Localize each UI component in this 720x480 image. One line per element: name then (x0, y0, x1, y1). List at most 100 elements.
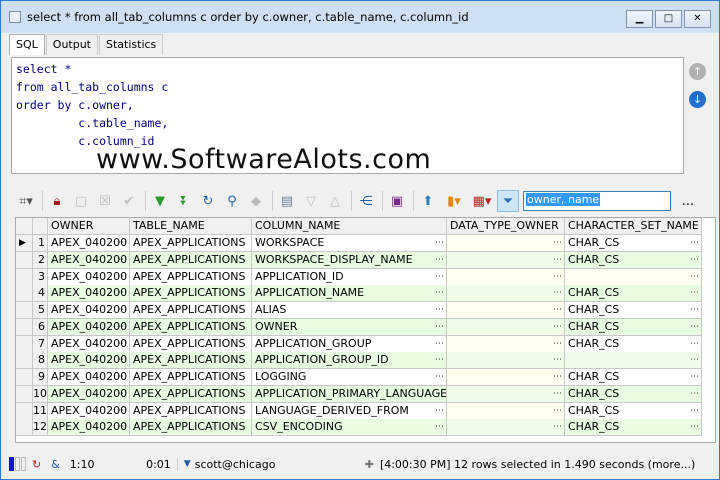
cell-ellipsis-button[interactable]: ⋯ (553, 403, 562, 419)
cell-ellipsis-button[interactable]: ⋯ (690, 269, 699, 285)
autocommit-icon[interactable]: ↻ (32, 458, 41, 471)
sort-ascending-icon[interactable]: △ (324, 190, 346, 212)
table-cell[interactable]: APPLICATION_GROUP_ID ⋯ (252, 352, 447, 370)
table-cell[interactable]: APEX_040200 ⋯ (48, 335, 130, 353)
row-indicator[interactable] (16, 402, 33, 420)
cell-ellipsis-button[interactable]: ⋯ (690, 419, 699, 435)
tab-output[interactable]: Output (45, 34, 98, 55)
table-cell[interactable]: APEX_APPLICATIONS (130, 402, 252, 420)
cell-ellipsis-button[interactable]: ⋯ (553, 319, 562, 335)
table-cell[interactable]: APEX_040200 ⋯ (48, 318, 130, 336)
cell-ellipsis-button[interactable]: ⋯ (553, 285, 562, 301)
maximize-button[interactable]: □ (655, 10, 682, 28)
cell-ellipsis-button[interactable]: ⋯ (553, 419, 562, 435)
cell-ellipsis-button[interactable]: ⋯ (553, 386, 562, 402)
cell-ellipsis-button[interactable]: ⋯ (553, 336, 562, 352)
insert-record-icon[interactable]: ▢ (70, 190, 92, 212)
table-cell[interactable]: APEX_APPLICATIONS (130, 235, 252, 252)
save-icon[interactable]: ▣ (386, 190, 408, 212)
table-cell[interactable]: APEX_APPLICATIONS (130, 335, 252, 353)
table-cell[interactable]: APEX_040200 ⋯ (48, 352, 130, 370)
tab-statistics[interactable]: Statistics (99, 34, 164, 55)
table-cell[interactable]: CHAR_CS ⋯ (565, 285, 702, 303)
table-cell[interactable]: APEX_040200 ⋯ (48, 268, 130, 286)
table-cell[interactable]: ⋯ (447, 402, 565, 420)
table-cell[interactable]: ⋯ (447, 385, 565, 403)
table-cell[interactable]: APEX_APPLICATIONS (130, 352, 252, 370)
cell-ellipsis-button[interactable]: ⋯ (118, 386, 127, 402)
cell-ellipsis-button[interactable]: ⋯ (118, 419, 127, 435)
grid-options-icon[interactable]: ▦▾ (469, 190, 495, 212)
table-cell[interactable]: OWNER ⋯ (252, 318, 447, 336)
table-row[interactable]: 7 APEX_040200 ⋯ APEX_APPLICATIONS APPLICATIO… (16, 335, 715, 353)
row-indicator[interactable] (16, 352, 33, 370)
column-header-character-set-name[interactable]: CHARACTER_SET_NAME (565, 218, 702, 235)
table-row[interactable]: 2 APEX_040200 ⋯ APEX_APPLICATIONS WORKSPACE_… (16, 251, 715, 269)
table-cell[interactable]: APEX_040200 ⋯ (48, 369, 130, 386)
cell-ellipsis-button[interactable]: ⋯ (118, 352, 127, 368)
row-indicator[interactable] (16, 318, 33, 336)
previous-query-icon[interactable]: ↑ (689, 63, 706, 80)
row-indicator[interactable] (16, 385, 33, 403)
table-row[interactable]: 9 APEX_040200 ⋯ APEX_APPLICATIONS LOGGING ⋯ ⋯ C… (16, 369, 715, 386)
cell-ellipsis-button[interactable]: ⋯ (553, 252, 562, 268)
chart-icon[interactable]: ▮▾ (441, 190, 467, 212)
cell-ellipsis-button[interactable]: ⋯ (435, 386, 444, 402)
table-row[interactable]: 4 APEX_040200 ⋯ APEX_APPLICATIONS APPLICATIO… (16, 285, 715, 303)
fetch-next-icon[interactable]: ▼ (149, 190, 171, 212)
cell-ellipsis-button[interactable]: ⋯ (690, 235, 699, 251)
table-cell[interactable]: CHAR_CS ⋯ (565, 235, 702, 252)
table-cell[interactable]: ⋯ (447, 302, 565, 319)
table-row[interactable]: 3 APEX_040200 ⋯ APEX_APPLICATIONS APPLICATIO… (16, 268, 715, 286)
table-cell[interactable]: CHAR_CS ⋯ (565, 402, 702, 420)
cell-ellipsis-button[interactable]: ⋯ (690, 319, 699, 335)
column-header-owner[interactable]: OWNER (48, 218, 130, 235)
tree-icon[interactable]: ⋲ (355, 190, 377, 212)
table-row[interactable]: 5 APEX_040200 ⋯ APEX_APPLICATIONS ALIAS ⋯ ⋯ CHA… (16, 302, 715, 319)
refresh-icon[interactable]: ↻ (197, 190, 219, 212)
table-row[interactable]: 6 APEX_040200 ⋯ APEX_APPLICATIONS OWNER ⋯ ⋯ CHA… (16, 318, 715, 336)
table-cell[interactable]: APEX_040200 ⋯ (48, 402, 130, 420)
tab-sql[interactable]: SQL (9, 34, 45, 55)
table-cell[interactable]: APEX_APPLICATIONS (130, 251, 252, 269)
row-indicator[interactable] (16, 268, 33, 286)
table-cell[interactable]: ALIAS ⋯ (252, 302, 447, 319)
table-cell[interactable]: ⋯ (447, 419, 565, 437)
cell-ellipsis-button[interactable]: ⋯ (690, 285, 699, 301)
table-cell[interactable]: ⋯ (565, 352, 702, 370)
table-row[interactable]: 8 APEX_040200 ⋯ APEX_APPLICATIONS APPLICATIO… (16, 352, 715, 370)
cell-ellipsis-button[interactable]: ⋯ (690, 302, 699, 318)
record-view-icon[interactable]: ▤ (276, 190, 298, 212)
table-cell[interactable]: APPLICATION_NAME ⋯ (252, 285, 447, 303)
column-header-column-name[interactable]: COLUMN_NAME (252, 218, 447, 235)
cell-ellipsis-button[interactable]: ⋯ (118, 302, 127, 318)
table-cell[interactable]: APEX_040200 ⋯ (48, 235, 130, 252)
cell-ellipsis-button[interactable]: ⋯ (435, 302, 444, 318)
cell-ellipsis-button[interactable]: ⋯ (435, 419, 444, 435)
status-message[interactable]: [4:00:30 PM] 12 rows selected in 1.490 s… (380, 458, 695, 471)
cell-ellipsis-button[interactable]: ⋯ (553, 352, 562, 368)
cell-ellipsis-button[interactable]: ⋯ (553, 269, 562, 285)
export-icon[interactable]: ⬆ (417, 190, 439, 212)
table-cell[interactable]: CHAR_CS ⋯ (565, 419, 702, 437)
table-cell[interactable]: WORKSPACE_DISPLAY_NAME ⋯ (252, 251, 447, 269)
cell-ellipsis-button[interactable]: ⋯ (435, 285, 444, 301)
table-cell[interactable]: APPLICATION_GROUP ⋯ (252, 335, 447, 353)
cell-ellipsis-button[interactable]: ⋯ (690, 352, 699, 368)
filter-icon[interactable]: ⏷ (497, 190, 519, 212)
column-header-table-name[interactable]: TABLE_NAME (130, 218, 252, 235)
cell-ellipsis-button[interactable]: ⋯ (118, 336, 127, 352)
table-cell[interactable]: APEX_APPLICATIONS (130, 318, 252, 336)
cell-ellipsis-button[interactable]: ⋯ (435, 319, 444, 335)
table-cell[interactable]: ⋯ (447, 235, 565, 252)
table-cell[interactable]: APEX_APPLICATIONS (130, 385, 252, 403)
table-cell[interactable]: ⋯ (447, 369, 565, 386)
cell-ellipsis-button[interactable]: ⋯ (118, 369, 127, 385)
table-row[interactable]: 10 APEX_040200 ⋯ APEX_APPLICATIONS APPLICATI… (16, 385, 715, 403)
table-cell[interactable]: APPLICATION_PRIMARY_LANGUAGE ⋯ (252, 385, 447, 403)
table-cell[interactable]: APPLICATION_ID ⋯ (252, 268, 447, 286)
table-cell[interactable]: CHAR_CS ⋯ (565, 318, 702, 336)
cell-ellipsis-button[interactable]: ⋯ (435, 352, 444, 368)
table-cell[interactable]: LOGGING ⋯ (252, 369, 447, 386)
row-indicator[interactable] (16, 419, 33, 437)
